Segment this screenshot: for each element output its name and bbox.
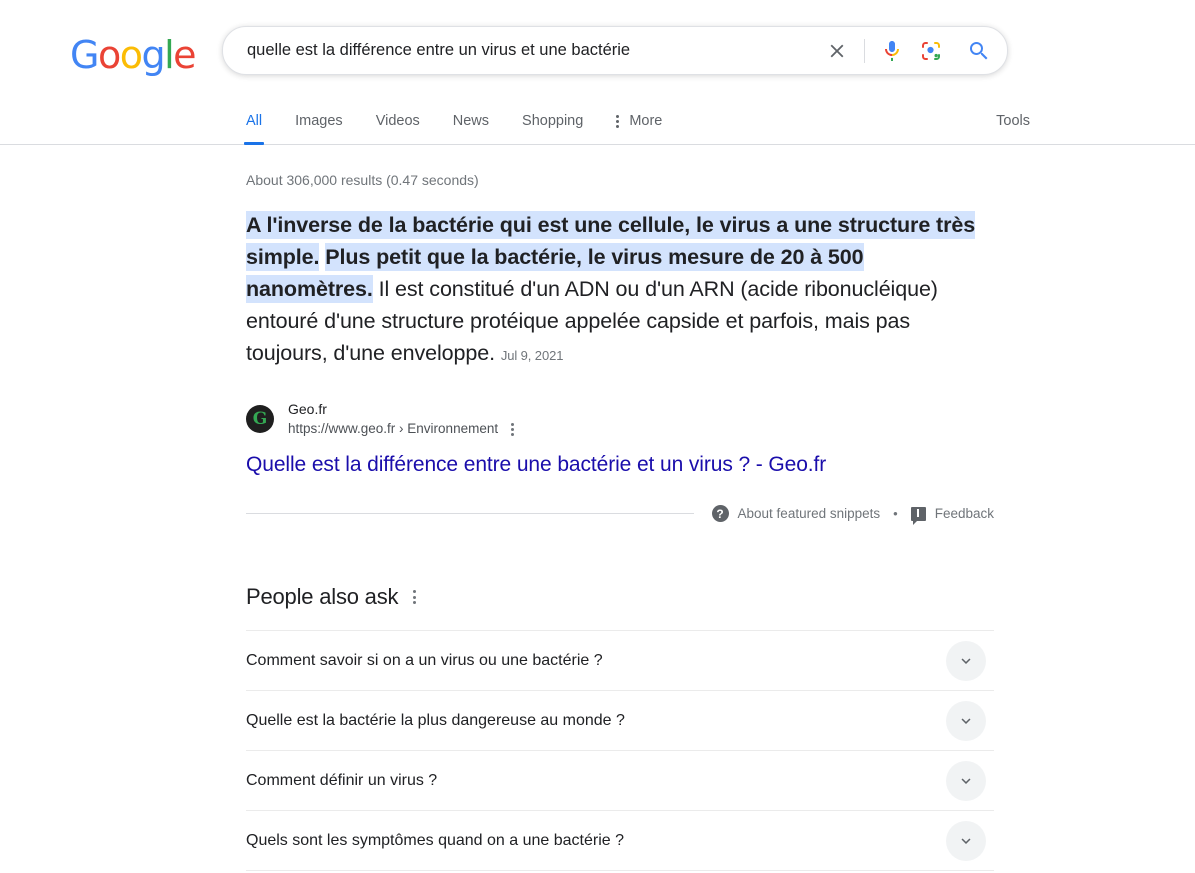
- search-divider: [864, 38, 865, 63]
- nav-tab-list: All Images Videos News Shopping More: [243, 98, 662, 145]
- paa-question-1[interactable]: Comment savoir si on a un virus ou une b…: [246, 630, 994, 690]
- paa-question-2[interactable]: Quelle est la bactérie la plus dangereus…: [246, 690, 994, 750]
- tab-all[interactable]: All: [243, 98, 265, 145]
- chevron-down-icon[interactable]: [946, 700, 986, 741]
- more-vert-icon: [616, 114, 620, 128]
- microphone-icon[interactable]: [873, 28, 911, 74]
- tab-shopping[interactable]: Shopping: [522, 98, 583, 144]
- tab-videos-label: Videos: [375, 113, 420, 129]
- paa-question-label: Comment définir un virus ?: [246, 771, 438, 789]
- paa-title: People also ask: [246, 584, 399, 609]
- logo-letter-e: e: [173, 33, 196, 77]
- google-lens-icon[interactable]: [911, 28, 951, 74]
- snippet-feedback-link[interactable]: Feedback: [910, 506, 994, 525]
- search-header: Google quelle est la différence entre un…: [0, 0, 1195, 145]
- search-icon[interactable]: [951, 28, 1007, 74]
- tab-more[interactable]: More: [616, 98, 662, 144]
- tab-shopping-label: Shopping: [522, 113, 584, 129]
- tab-news-label: News: [452, 113, 490, 129]
- source-name: Geo.fr: [288, 401, 327, 417]
- paa-question-label: Quelle est la bactérie la plus dangereus…: [246, 711, 625, 729]
- logo-letter-l: l: [164, 33, 175, 77]
- people-also-ask: People also ask Comment savoir si on a u…: [246, 584, 994, 871]
- paa-bottom-divider: [246, 870, 994, 871]
- logo-letter-g2: g: [141, 33, 165, 77]
- search-results-main: About 306,000 results (0.47 seconds) A l…: [0, 145, 1195, 871]
- snippet-feedback-label: Feedback: [934, 506, 994, 521]
- close-icon[interactable]: [816, 28, 858, 74]
- search-bar[interactable]: [222, 26, 1008, 75]
- result-stats: About 306,000 results (0.47 seconds): [246, 172, 479, 188]
- paa-question-4[interactable]: Quels sont les symptômes quand on a une …: [246, 810, 994, 870]
- paa-question-3[interactable]: Comment définir un virus ?: [246, 750, 994, 810]
- chevron-down-icon[interactable]: [946, 760, 986, 801]
- featured-snippet-text: A l'inverse de la bactérie qui est une c…: [246, 209, 986, 372]
- snippet-source[interactable]: G Geo.fr https://www.geo.fr › Environnem…: [246, 400, 994, 438]
- logo-letter-o1: o: [97, 33, 121, 77]
- help-icon: ?: [711, 505, 729, 522]
- source-url: https://www.geo.fr › Environnement: [288, 421, 499, 436]
- tab-videos[interactable]: Videos: [376, 98, 420, 144]
- more-vert-icon[interactable]: [413, 590, 417, 604]
- tab-images[interactable]: Images: [295, 98, 343, 144]
- paa-header: People also ask: [246, 584, 994, 610]
- search-input[interactable]: [223, 35, 816, 66]
- tab-news[interactable]: News: [453, 98, 489, 144]
- featured-snippet: A l'inverse de la bactérie qui est une c…: [246, 209, 994, 525]
- snippet-footer: ? About featured snippets • Feedback: [246, 505, 994, 525]
- tools-button[interactable]: Tools: [996, 98, 1030, 144]
- tab-more-label: More: [629, 113, 663, 129]
- footer-separator: •: [893, 506, 898, 521]
- favicon-geo-icon: G: [246, 405, 274, 433]
- google-logo[interactable]: Google: [70, 33, 197, 77]
- chevron-down-icon[interactable]: [946, 820, 986, 861]
- paa-question-label: Comment savoir si on a un virus ou une b…: [246, 651, 603, 669]
- source-meta: Geo.fr https://www.geo.fr › Environnemen…: [288, 400, 515, 438]
- source-url-row: https://www.geo.fr › Environnement: [288, 420, 515, 438]
- tab-images-label: Images: [295, 113, 343, 129]
- tools-label: Tools: [996, 113, 1030, 129]
- logo-letter-o2: o: [119, 33, 143, 77]
- logo-letter-g1: G: [70, 33, 99, 77]
- search-nav-tabs: All Images Videos News Shopping More Too…: [0, 98, 1195, 145]
- paa-question-label: Quels sont les symptômes quand on a une …: [246, 831, 624, 849]
- more-vert-icon[interactable]: [511, 422, 515, 436]
- snippet-date: Jul 9, 2021: [500, 348, 564, 363]
- about-featured-snippets-label: About featured snippets: [737, 506, 881, 521]
- feedback-icon: [910, 506, 926, 525]
- about-featured-snippets-link[interactable]: ? About featured snippets: [711, 505, 881, 522]
- footer-divider: [246, 513, 694, 514]
- result-title-link[interactable]: Quelle est la différence entre une bacté…: [246, 452, 994, 478]
- tab-all-label: All: [246, 113, 263, 129]
- chevron-down-icon[interactable]: [946, 640, 986, 681]
